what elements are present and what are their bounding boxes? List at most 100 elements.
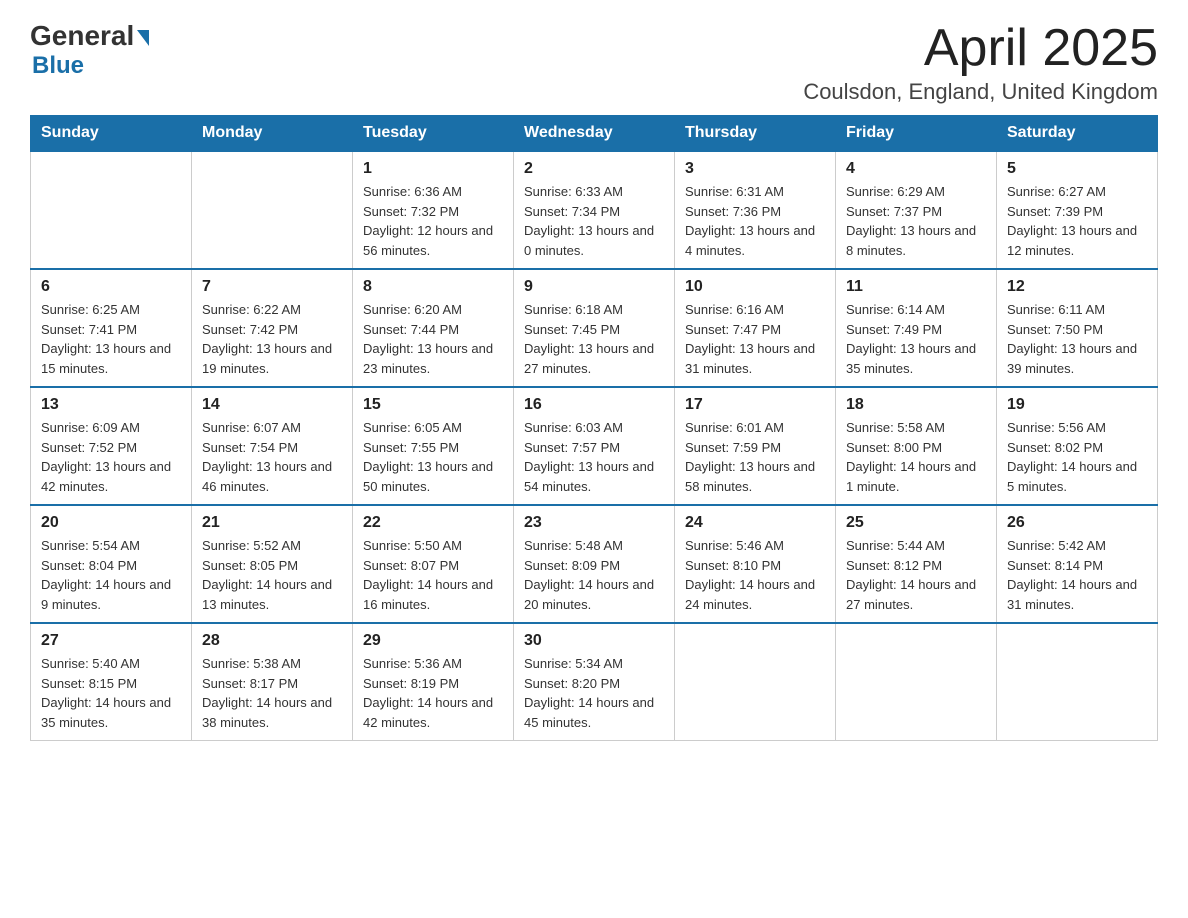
month-title: April 2025 [803, 20, 1158, 77]
day-info: Sunrise: 6:03 AMSunset: 7:57 PMDaylight:… [524, 418, 664, 496]
day-number: 27 [41, 632, 181, 650]
day-info: Sunrise: 5:36 AMSunset: 8:19 PMDaylight:… [363, 654, 503, 732]
logo: General Blue [30, 20, 149, 80]
day-info: Sunrise: 6:14 AMSunset: 7:49 PMDaylight:… [846, 300, 986, 378]
day-number: 30 [524, 632, 664, 650]
day-info: Sunrise: 6:33 AMSunset: 7:34 PMDaylight:… [524, 182, 664, 260]
calendar-cell: 23 Sunrise: 5:48 AMSunset: 8:09 PMDayligh… [514, 505, 675, 623]
day-number: 12 [1007, 278, 1147, 296]
day-number: 14 [202, 396, 342, 414]
day-info: Sunrise: 5:50 AMSunset: 8:07 PMDaylight:… [363, 536, 503, 614]
weekday-header-sunday: Sunday [31, 116, 192, 152]
day-number: 20 [41, 514, 181, 532]
calendar-cell: 25Sunrise: 5:44 AMSunset: 8:12 PMDayligh… [836, 505, 997, 623]
day-info: Sunrise: 6:16 AMSunset: 7:47 PMDaylight:… [685, 300, 825, 378]
calendar-week-2: 6 Sunrise: 6:25 AMSunset: 7:41 PMDaylight… [31, 269, 1158, 387]
calendar-week-3: 13 Sunrise: 6:09 AMSunset: 7:52 PMDayligh… [31, 387, 1158, 505]
calendar-cell: 6 Sunrise: 6:25 AMSunset: 7:41 PMDaylight… [31, 269, 192, 387]
day-number: 21 [202, 514, 342, 532]
weekday-header-tuesday: Tuesday [353, 116, 514, 152]
calendar-week-4: 20 Sunrise: 5:54 AMSunset: 8:04 PMDayligh… [31, 505, 1158, 623]
calendar-cell: 28 Sunrise: 5:38 AMSunset: 8:17 PMDayligh… [192, 623, 353, 741]
calendar-cell: 3Sunrise: 6:31 AMSunset: 7:36 PMDaylight… [675, 151, 836, 269]
day-number: 8 [363, 278, 503, 296]
day-info: Sunrise: 6:01 AMSunset: 7:59 PMDaylight:… [685, 418, 825, 496]
day-info: Sunrise: 5:58 AMSunset: 8:00 PMDaylight:… [846, 418, 986, 496]
day-number: 28 [202, 632, 342, 650]
day-number: 19 [1007, 396, 1147, 414]
calendar-cell: 2Sunrise: 6:33 AMSunset: 7:34 PMDaylight… [514, 151, 675, 269]
title-section: April 2025 Coulsdon, England, United Kin… [803, 20, 1158, 105]
day-number: 13 [41, 396, 181, 414]
calendar-cell: 12 Sunrise: 6:11 AMSunset: 7:50 PMDayligh… [997, 269, 1158, 387]
calendar-cell [997, 623, 1158, 741]
day-info: Sunrise: 6:18 AMSunset: 7:45 PMDaylight:… [524, 300, 664, 378]
day-info: Sunrise: 5:42 AMSunset: 8:14 PMDaylight:… [1007, 536, 1147, 614]
day-number: 18 [846, 396, 986, 414]
weekday-header-monday: Monday [192, 116, 353, 152]
location-text: Coulsdon, England, United Kingdom [803, 79, 1158, 105]
day-number: 26 [1007, 514, 1147, 532]
calendar-cell: 19 Sunrise: 5:56 AMSunset: 8:02 PMDayligh… [997, 387, 1158, 505]
calendar-cell [836, 623, 997, 741]
calendar-cell: 16 Sunrise: 6:03 AMSunset: 7:57 PMDayligh… [514, 387, 675, 505]
calendar-cell: 21 Sunrise: 5:52 AMSunset: 8:05 PMDayligh… [192, 505, 353, 623]
calendar-cell: 13 Sunrise: 6:09 AMSunset: 7:52 PMDayligh… [31, 387, 192, 505]
day-number: 15 [363, 396, 503, 414]
calendar-body: 1 Sunrise: 6:36 AMSunset: 7:32 PMDaylight… [31, 151, 1158, 741]
calendar-cell: 14 Sunrise: 6:07 AMSunset: 7:54 PMDayligh… [192, 387, 353, 505]
day-number: 11 [846, 278, 986, 296]
calendar-cell [675, 623, 836, 741]
day-info: Sunrise: 5:38 AMSunset: 8:17 PMDaylight:… [202, 654, 342, 732]
calendar-cell: 17 Sunrise: 6:01 AMSunset: 7:59 PMDayligh… [675, 387, 836, 505]
day-info: Sunrise: 6:07 AMSunset: 7:54 PMDaylight:… [202, 418, 342, 496]
calendar-cell [31, 151, 192, 269]
calendar-table: SundayMondayTuesdayWednesdayThursdayFrid… [30, 115, 1158, 741]
day-number: 6 [41, 278, 181, 296]
calendar-cell [192, 151, 353, 269]
day-number: 16 [524, 396, 664, 414]
day-info: Sunrise: 5:48 AMSunset: 8:09 PMDaylight:… [524, 536, 664, 614]
day-info: Sunrise: 6:31 AMSunset: 7:36 PMDaylight:… [685, 182, 825, 260]
day-number: 4 [846, 160, 986, 178]
calendar-cell: 18 Sunrise: 5:58 AMSunset: 8:00 PMDayligh… [836, 387, 997, 505]
calendar-week-1: 1 Sunrise: 6:36 AMSunset: 7:32 PMDaylight… [31, 151, 1158, 269]
day-number: 22 [363, 514, 503, 532]
day-info: Sunrise: 5:44 AMSunset: 8:12 PMDaylight:… [846, 536, 986, 614]
day-info: Sunrise: 6:29 AMSunset: 7:37 PMDaylight:… [846, 182, 986, 260]
day-info: Sunrise: 5:40 AMSunset: 8:15 PMDaylight:… [41, 654, 181, 732]
day-info: Sunrise: 6:20 AMSunset: 7:44 PMDaylight:… [363, 300, 503, 378]
calendar-cell: 5 Sunrise: 6:27 AMSunset: 7:39 PMDaylight… [997, 151, 1158, 269]
day-info: Sunrise: 5:56 AMSunset: 8:02 PMDaylight:… [1007, 418, 1147, 496]
calendar-cell: 10 Sunrise: 6:16 AMSunset: 7:47 PMDayligh… [675, 269, 836, 387]
calendar-cell: 24 Sunrise: 5:46 AMSunset: 8:10 PMDayligh… [675, 505, 836, 623]
calendar-cell: 9 Sunrise: 6:18 AMSunset: 7:45 PMDaylight… [514, 269, 675, 387]
day-number: 24 [685, 514, 825, 532]
day-info: Sunrise: 6:36 AMSunset: 7:32 PMDaylight:… [363, 182, 503, 260]
day-number: 29 [363, 632, 503, 650]
day-info: Sunrise: 5:46 AMSunset: 8:10 PMDaylight:… [685, 536, 825, 614]
day-info: Sunrise: 6:25 AMSunset: 7:41 PMDaylight:… [41, 300, 181, 378]
calendar-cell: 15Sunrise: 6:05 AMSunset: 7:55 PMDayligh… [353, 387, 514, 505]
logo-blue-text: Blue [32, 52, 84, 79]
day-info: Sunrise: 6:27 AMSunset: 7:39 PMDaylight:… [1007, 182, 1147, 260]
calendar-cell: 4 Sunrise: 6:29 AMSunset: 7:37 PMDaylight… [836, 151, 997, 269]
day-info: Sunrise: 6:09 AMSunset: 7:52 PMDaylight:… [41, 418, 181, 496]
calendar-cell: 29 Sunrise: 5:36 AMSunset: 8:19 PMDayligh… [353, 623, 514, 741]
logo-general-text: General [30, 20, 134, 52]
day-number: 10 [685, 278, 825, 296]
day-number: 5 [1007, 160, 1147, 178]
day-info: Sunrise: 5:54 AMSunset: 8:04 PMDaylight:… [41, 536, 181, 614]
logo-triangle-icon [137, 30, 149, 46]
calendar-cell: 8 Sunrise: 6:20 AMSunset: 7:44 PMDaylight… [353, 269, 514, 387]
page-header: General Blue April 2025 Coulsdon, Englan… [30, 20, 1158, 105]
day-number: 9 [524, 278, 664, 296]
day-info: Sunrise: 5:52 AMSunset: 8:05 PMDaylight:… [202, 536, 342, 614]
day-number: 7 [202, 278, 342, 296]
day-number: 23 [524, 514, 664, 532]
weekday-header-thursday: Thursday [675, 116, 836, 152]
day-info: Sunrise: 6:11 AMSunset: 7:50 PMDaylight:… [1007, 300, 1147, 378]
day-number: 1 [363, 160, 503, 178]
day-number: 17 [685, 396, 825, 414]
weekday-header-wednesday: Wednesday [514, 116, 675, 152]
